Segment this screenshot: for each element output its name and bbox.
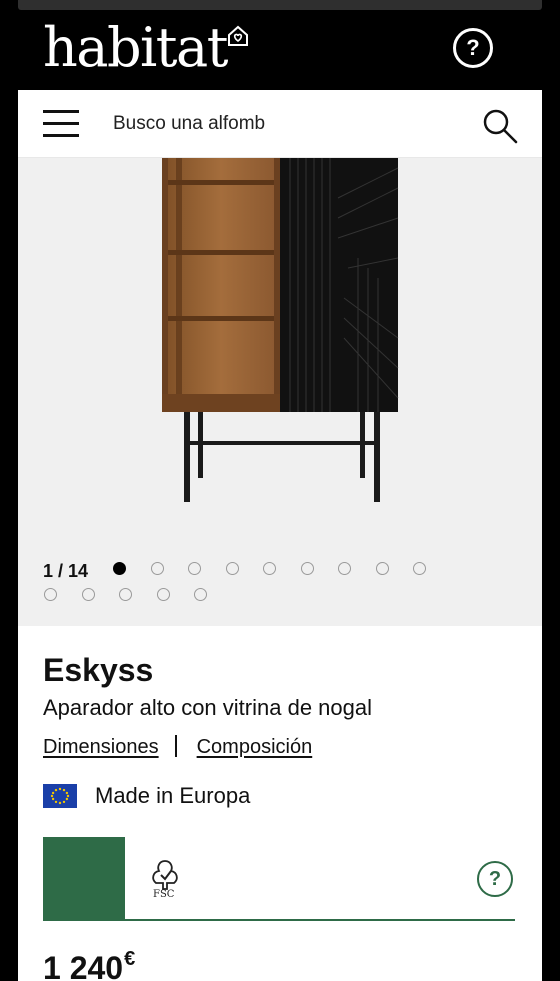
eu-flag-icon (43, 784, 77, 808)
carousel-dot[interactable] (194, 588, 207, 601)
menu-icon[interactable] (43, 110, 79, 138)
product-price: 1 240€ (43, 948, 135, 981)
fsc-help-button[interactable]: ? (477, 861, 513, 897)
carousel-dot[interactable] (225, 562, 239, 575)
status-bar (18, 0, 542, 10)
dimensions-link[interactable]: Dimensiones (43, 736, 159, 758)
origin-info: Made in Europa (43, 780, 250, 812)
habitat-house-icon (228, 25, 248, 46)
fsc-color-block (43, 837, 125, 919)
price-value: 1 240 (43, 950, 124, 981)
help-icon: ? (466, 35, 480, 60)
search-input[interactable] (113, 106, 463, 142)
carousel-dot[interactable] (338, 562, 351, 575)
product-image (162, 158, 399, 502)
product-title: Eskyss (43, 652, 154, 688)
product-gallery[interactable]: 1 / 14 (18, 158, 542, 626)
fsc-label: FSC (153, 889, 175, 900)
origin-label: Made in Europa (95, 783, 251, 808)
composition-link[interactable]: Composición (197, 736, 313, 758)
carousel-dot[interactable] (263, 562, 276, 575)
site-header: habitat ? (0, 10, 560, 90)
carousel-dot[interactable] (413, 562, 426, 575)
search-bar (18, 90, 542, 158)
habitat-logo[interactable]: habitat (43, 18, 228, 78)
product-page: 1 / 14 Eskyss Aparador alto con vitrina … (18, 90, 542, 981)
fsc-certification: FSC ? (43, 837, 515, 921)
carousel-dot[interactable] (119, 588, 132, 601)
link-separator (174, 735, 177, 757)
product-description: Aparador alto con vitrina de nogal (43, 695, 372, 720)
help-button[interactable]: ? (453, 28, 493, 68)
image-counter: 1 / 14 (43, 561, 89, 581)
carousel-dot[interactable] (113, 562, 126, 575)
carousel-dot[interactable] (300, 562, 314, 575)
search-icon[interactable] (482, 108, 518, 144)
carousel-dot[interactable] (44, 588, 57, 601)
carousel-dot[interactable] (156, 588, 170, 601)
help-icon: ? (488, 867, 502, 890)
carousel-dot[interactable] (188, 562, 201, 575)
product-links: Dimensiones Composición (43, 735, 312, 759)
carousel-dot[interactable] (150, 562, 164, 575)
carousel-dot[interactable] (375, 562, 389, 575)
carousel-dot[interactable] (81, 588, 95, 601)
currency-symbol: € (124, 948, 136, 970)
